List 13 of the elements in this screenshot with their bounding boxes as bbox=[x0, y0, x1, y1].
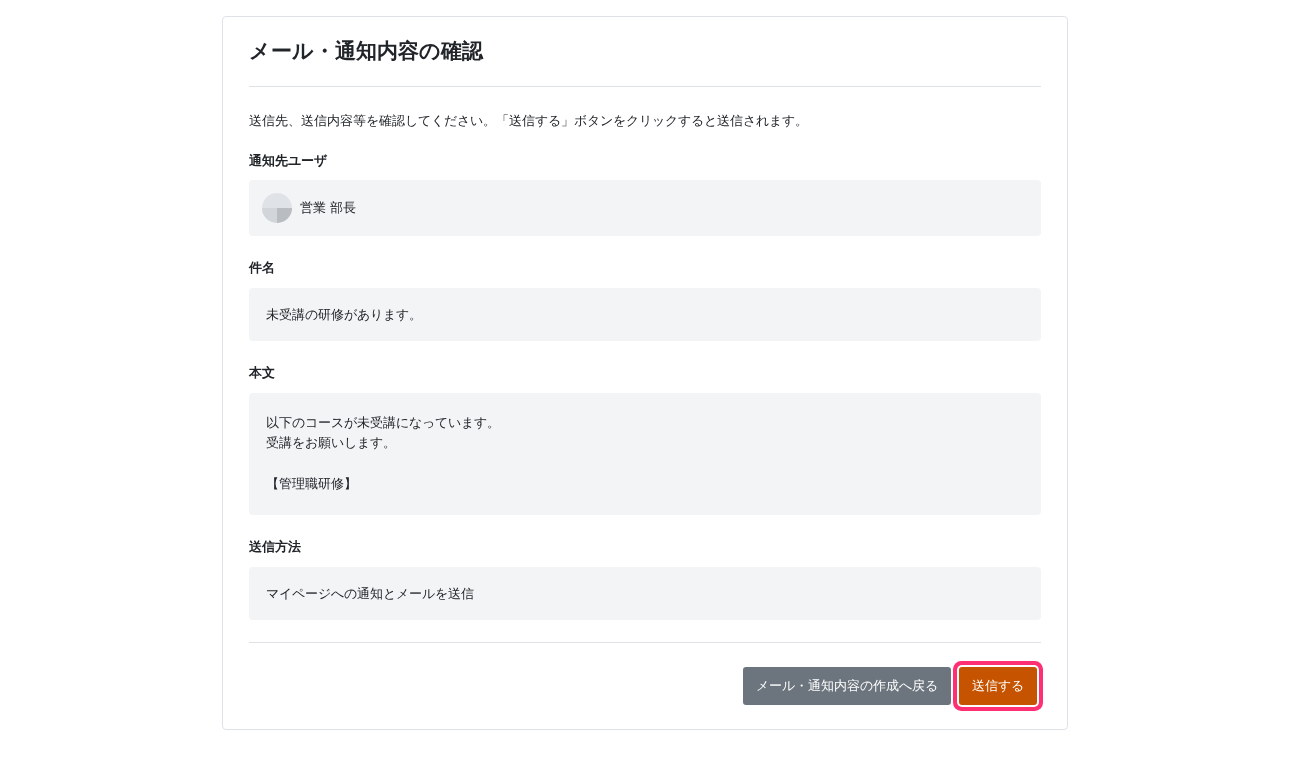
value-field: 未受講の研修があります。 bbox=[249, 287, 1041, 342]
back-button[interactable]: メール・通知内容の作成へ戻る bbox=[743, 667, 951, 705]
value-field: マイページへの通知とメールを送信 bbox=[249, 566, 1041, 621]
field-label: 件名 bbox=[249, 259, 276, 278]
user-name: 営業 部長 bbox=[300, 199, 357, 218]
field-label: 送信方法 bbox=[249, 538, 302, 557]
instruction-text: 送信先、送信内容等を確認してください。「送信する」ボタンをクリックすると送信されます。 bbox=[249, 112, 809, 131]
message-paragraph: 以下のコースが未受講になっています。 受講をお願いします。 bbox=[266, 413, 501, 453]
field-label: 通知先ユーザ bbox=[249, 151, 328, 170]
avatar-icon bbox=[262, 193, 292, 224]
field-label: 本文 bbox=[249, 364, 276, 383]
message-paragraph: 【管理職研修】 bbox=[266, 475, 358, 494]
page-title: メール・通知内容の確認 bbox=[249, 39, 485, 65]
